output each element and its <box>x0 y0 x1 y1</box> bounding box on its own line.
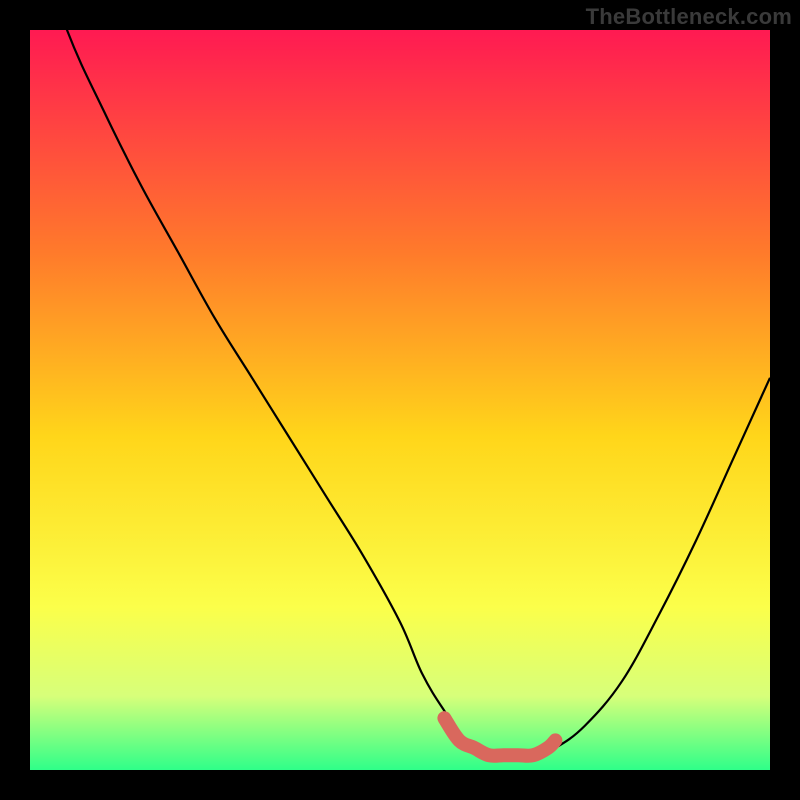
gradient-background <box>30 30 770 770</box>
chart-container: TheBottleneck.com <box>0 0 800 800</box>
watermark-text: TheBottleneck.com <box>586 4 792 30</box>
bottleneck-chart <box>30 30 770 770</box>
plot-area <box>30 30 770 770</box>
